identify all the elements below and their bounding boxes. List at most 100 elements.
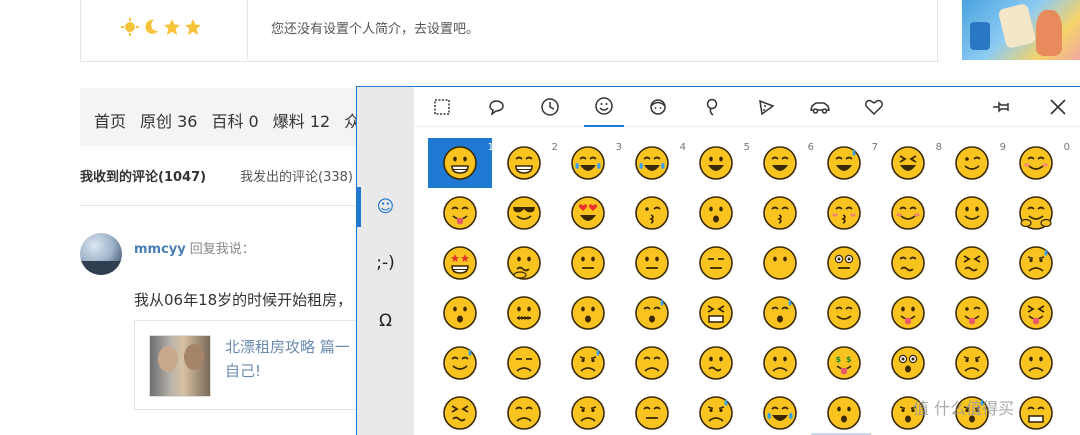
emoji-wink[interactable]: 9 [940, 138, 1006, 188]
emoji-smirk[interactable] [876, 238, 940, 288]
emoji-expressionless[interactable] [684, 238, 748, 288]
search-bubble-icon[interactable] [476, 87, 516, 127]
money-emoji-icon: $ $ [827, 346, 861, 380]
article-title[interactable]: 北漂租房攻略 篇一 [225, 335, 350, 359]
nav-tab-wiki[interactable]: 百科 0 [211, 108, 258, 132]
emoji-smiley[interactable]: 5 [684, 138, 750, 188]
symbols-tab[interactable]: Ω [357, 293, 414, 349]
emoji-pensive[interactable] [620, 338, 684, 388]
emoji-cry[interactable] [684, 388, 748, 435]
kaomoji-tab[interactable]: ;-) [357, 235, 414, 291]
blush-emoji-icon [1019, 146, 1053, 180]
tab-sent-comments[interactable]: 我发出的评论(338) [240, 166, 353, 185]
emoji-sweat-smile[interactable]: 7 [812, 138, 878, 188]
emoji-disappointed-relieved[interactable] [1004, 238, 1068, 288]
emoji-sweat[interactable] [556, 338, 620, 388]
emoji-drool[interactable] [428, 338, 492, 388]
article-title-cont[interactable]: 自己! [225, 359, 261, 383]
emoji-hug[interactable] [1004, 188, 1068, 238]
yum-emoji-icon [443, 196, 477, 230]
nav-tab-home[interactable]: 首页 [94, 108, 126, 132]
tongue-emoji-icon [891, 296, 925, 330]
emoji-beaming[interactable]: 2 [492, 138, 558, 188]
emoji-wink-tongue[interactable] [940, 288, 1004, 338]
heart-eyes-emoji-icon [571, 196, 605, 230]
emoji-confounded[interactable] [428, 388, 492, 435]
emoji-tab[interactable]: ☺ [357, 179, 414, 235]
emoji-grinning[interactable]: 1 [428, 138, 494, 188]
heart-icon[interactable] [854, 87, 894, 127]
emoji-kiss-closed[interactable] [748, 188, 812, 238]
emoji-triumph[interactable] [620, 388, 684, 435]
smiley-icon[interactable] [584, 87, 624, 127]
weary-emoji-icon [1019, 396, 1053, 430]
emoji-slight-frown[interactable] [1004, 338, 1068, 388]
emoji-kiss-smiling[interactable] [812, 188, 876, 238]
commenter-name[interactable]: mmcyy [134, 242, 186, 257]
emoji-frowning[interactable] [940, 338, 1004, 388]
emoji-astonished[interactable] [876, 338, 940, 388]
smirk-emoji-icon [891, 246, 925, 280]
emoji-hushed[interactable] [556, 288, 620, 338]
upside-down-emoji-icon [763, 346, 797, 380]
zipper-emoji-icon [507, 296, 541, 330]
emoji-kiss-heart[interactable] [620, 188, 684, 238]
emoji-kissing[interactable] [684, 188, 748, 238]
emoji-persevere[interactable] [940, 238, 1004, 288]
emoji-laughing[interactable]: 8 [876, 138, 942, 188]
emoji-thinking[interactable] [492, 238, 556, 288]
emoji-slight-smile[interactable] [940, 188, 1004, 238]
emoji-money[interactable]: $ $ [812, 338, 876, 388]
emoji-open-mouth[interactable] [428, 288, 492, 338]
emoji-unamused[interactable] [492, 338, 556, 388]
nav-tab-deals[interactable]: 爆料 12 [273, 108, 330, 132]
emoji-squint-tongue[interactable] [1004, 288, 1068, 338]
emoji-worried[interactable] [556, 388, 620, 435]
people-icon[interactable] [638, 87, 678, 127]
emoji-smile[interactable]: 6 [748, 138, 814, 188]
emoji-disappointed[interactable] [492, 388, 556, 435]
emoji-yum[interactable] [428, 188, 492, 238]
emoji-cool[interactable] [492, 188, 556, 238]
emoji-sleeping[interactable] [748, 288, 812, 338]
emoji-tongue[interactable] [876, 288, 940, 338]
food-icon[interactable] [746, 87, 786, 127]
emoji-neutral[interactable] [620, 238, 684, 288]
emoji-blush[interactable]: 0 [1004, 138, 1070, 188]
emoji-sleepy[interactable] [620, 288, 684, 338]
tab-received-comments[interactable]: 我收到的评论(1047) [80, 166, 206, 185]
star-badge-icon [185, 19, 201, 35]
emoji-tired[interactable] [684, 288, 748, 338]
squint-tongue-emoji-icon [1019, 296, 1053, 330]
emoji-rofl[interactable]: 4 [620, 138, 686, 188]
travel-car-icon[interactable] [800, 87, 840, 127]
svg-text:$: $ [836, 355, 842, 364]
emoji-no-mouth[interactable] [748, 238, 812, 288]
ad-banner[interactable] [962, 0, 1080, 60]
quoted-article[interactable]: 北漂租房攻略 篇一 自己! [134, 320, 370, 410]
emoji-eye-roll[interactable] [812, 238, 876, 288]
emoji-heart-eyes[interactable] [556, 188, 620, 238]
emoji-frown-open[interactable] [812, 388, 876, 435]
gif-icon[interactable] [422, 87, 462, 127]
emoji-joy[interactable]: 3 [556, 138, 622, 188]
astonished-emoji-icon [891, 346, 925, 380]
recent-clock-icon[interactable] [530, 87, 570, 127]
close-icon[interactable] [1038, 87, 1078, 127]
sweat-smile-emoji-icon [827, 146, 861, 180]
emoji-raised-eyebrow[interactable] [556, 238, 620, 288]
pin-icon[interactable] [982, 87, 1022, 127]
nav-tab-original[interactable]: 原创 36 [140, 108, 197, 132]
emoji-confused[interactable] [684, 338, 748, 388]
profile-divider [247, 0, 248, 60]
emoji-star-struck[interactable] [428, 238, 492, 288]
emoji-relieved[interactable] [876, 188, 940, 238]
celebration-icon[interactable] [692, 87, 732, 127]
avatar[interactable] [80, 233, 122, 275]
profile-bio-link[interactable]: 您还没有设置个人简介，去设置吧。 [271, 18, 479, 37]
emoji-upside-down[interactable] [748, 338, 812, 388]
article-thumbnail[interactable] [149, 335, 211, 397]
emoji-relieved2[interactable] [812, 288, 876, 338]
emoji-sob[interactable] [748, 388, 812, 435]
emoji-zipper[interactable] [492, 288, 556, 338]
